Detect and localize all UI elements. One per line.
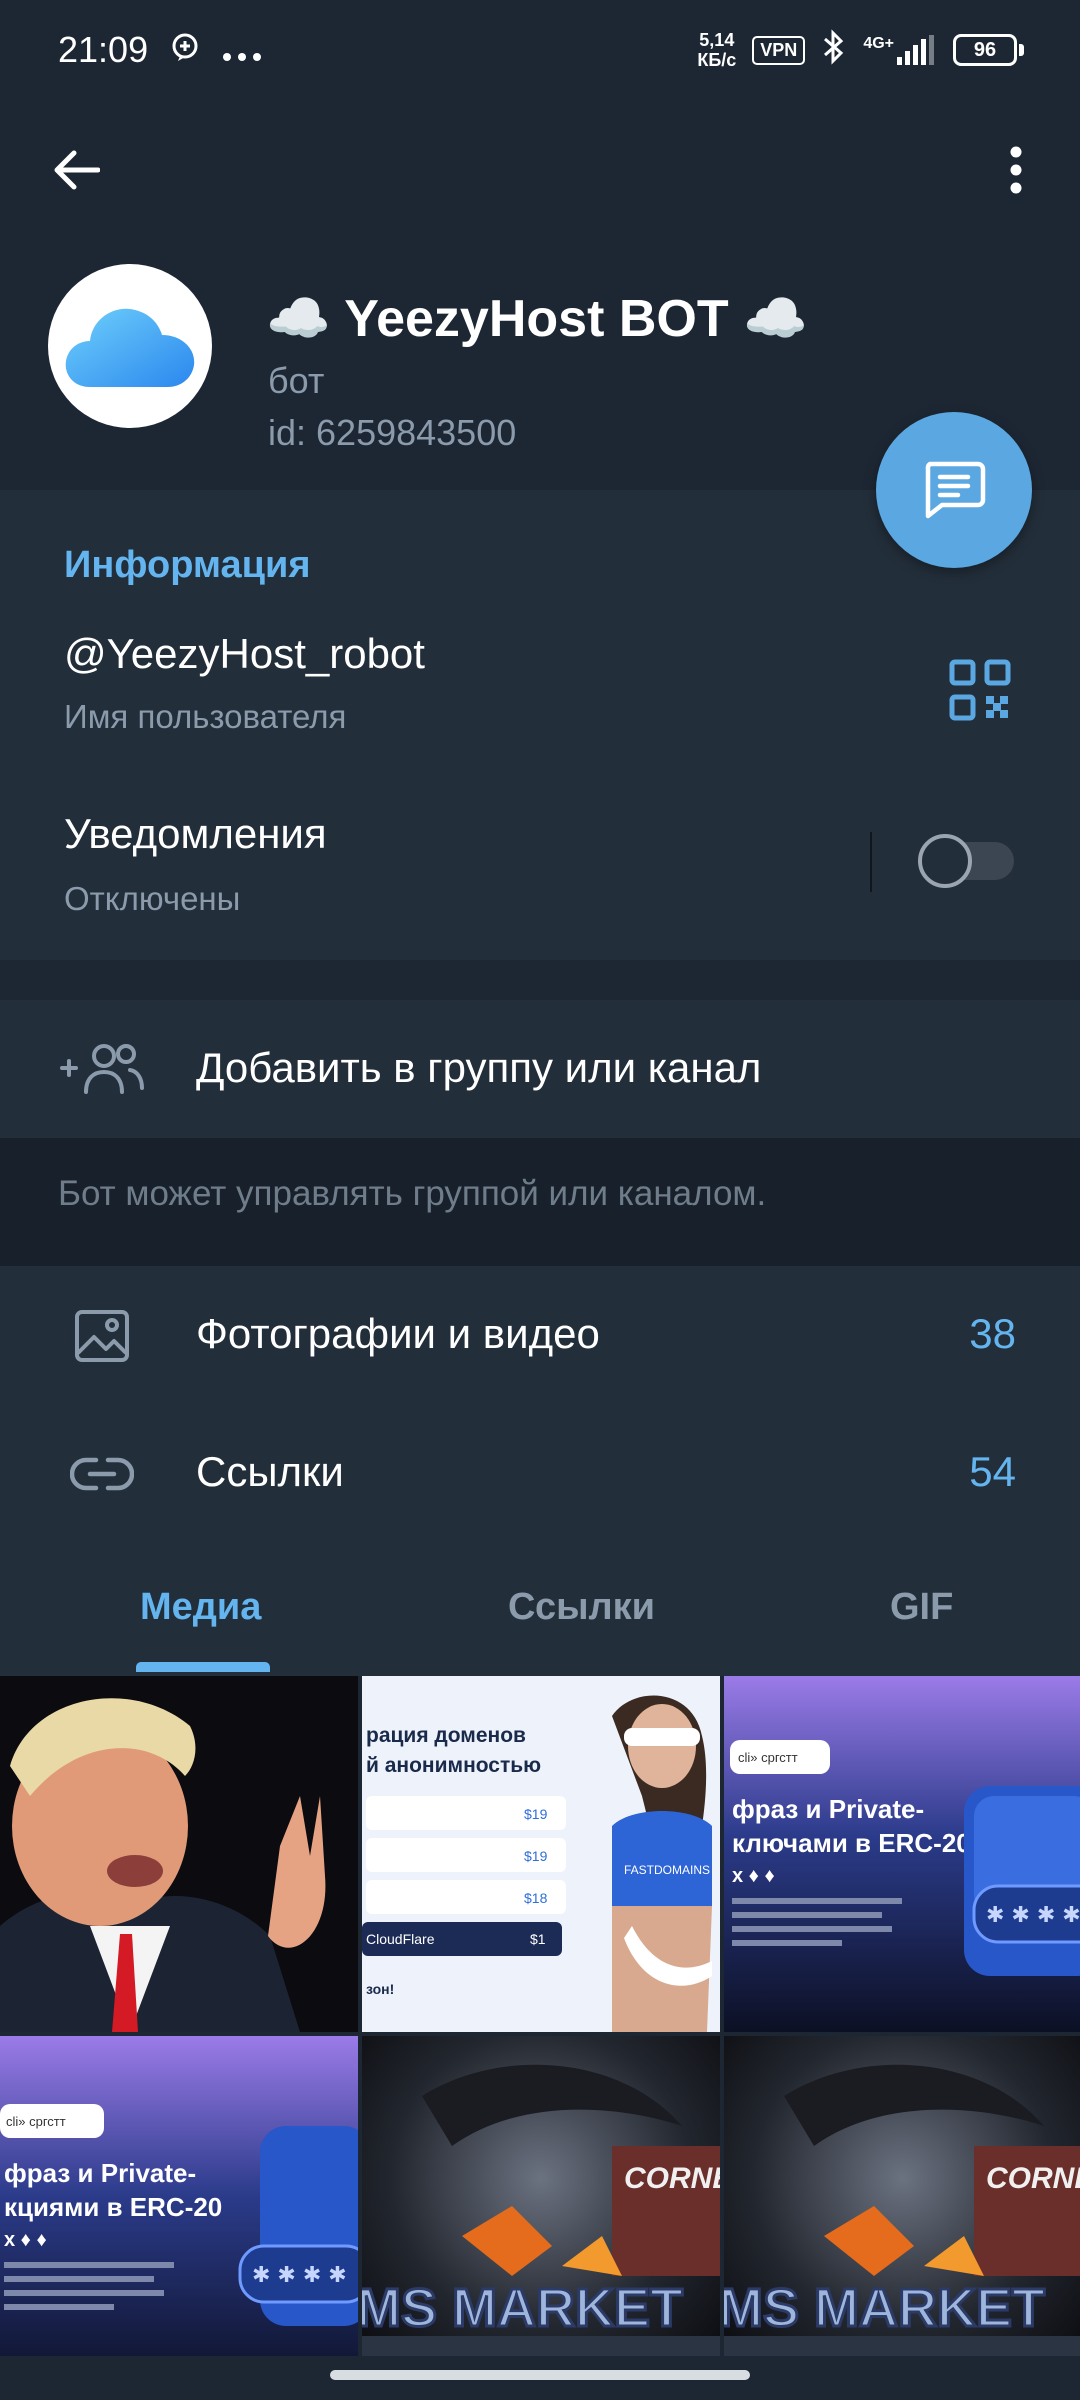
image-icon [56,1304,148,1368]
notifications-label[interactable]: Уведомления [64,810,327,858]
link-icon [56,1442,148,1506]
cloudflare-price: $1 [530,1931,546,1947]
photos-videos-count: 38 [969,1310,1016,1357]
message-button[interactable] [876,412,1032,568]
tab-gif[interactable]: GIF [890,1586,953,1629]
erc-heading-1: фраз и Private- [4,2158,196,2188]
links-label: Ссылки [196,1448,344,1495]
speed-unit: КБ/с [697,50,737,70]
svg-text:✱ ✱ ✱ ✱: ✱ ✱ ✱ ✱ [986,1903,1080,1928]
corner-sign: CORNE [624,2162,720,2195]
active-tab-indicator [136,1662,270,1672]
section-title: Информация [64,544,311,586]
status-time: 21:09 [58,29,149,70]
cloudflare-label: CloudFlare [366,1931,435,1947]
media-tabs: Медиа Ссылки GIF [0,1550,1080,1672]
price-3: $18 [524,1890,548,1906]
app-bar [0,120,1080,220]
back-button[interactable] [40,138,112,202]
corner-sign: CORNE [986,2162,1080,2195]
links-count: 54 [969,1448,1016,1495]
add-users-icon [56,1036,148,1100]
qr-code-icon [949,659,1011,721]
erc-heading-3: х ♦ ♦ [732,1865,775,1887]
bot-type: бот [268,360,325,401]
home-indicator[interactable] [330,2370,750,2380]
hint-text: Бот может управлять группой или каналом. [58,1174,767,1213]
market-title: MS MARKET [724,2278,1045,2338]
media-thumbnail[interactable]: CORNE MS MARKET [724,2036,1080,2356]
more-vertical-icon [1010,146,1022,194]
network-speed: 5,14 КБ/с [697,30,736,70]
qr-code-button[interactable] [948,658,1012,722]
arrow-left-icon [54,150,100,190]
hint-box: Бот может управлять группой или каналом. [0,1138,1080,1266]
add-to-group-label: Добавить в группу или канал [196,1044,762,1091]
status-bar: 21:09 5,14 КБ/с VPN 4G+ 96 [0,0,1080,100]
svg-text:✱ ✱ ✱ ✱: ✱ ✱ ✱ ✱ [252,2263,347,2288]
network-type: 4G+ [863,35,894,52]
message-icon [925,461,986,519]
media-grid: рация доменов й анонимностью $19 $19 $18… [0,1676,1080,2356]
price-2: $19 [524,1848,548,1864]
username[interactable]: @YeezyHost_robot [64,630,425,678]
divider [870,832,872,892]
username-caption: Имя пользователя [64,698,347,735]
bot-name: ☁️ YeezyHost BOT ☁️ [266,290,808,348]
brand-label: FASTDOMAINS [624,1863,710,1877]
erc-heading-2: ключами в ERC-20 [732,1828,971,1858]
speed-value: 5,14 [699,30,735,50]
photos-videos-label: Фотографии и видео [196,1310,600,1357]
domains-heading-2: й анонимностью [366,1754,541,1777]
erc-heading-1: фраз и Private- [732,1794,924,1824]
avatar[interactable] [48,264,212,428]
erc-tag: cli» сргстт [738,1750,798,1765]
notifications-toggle[interactable] [918,834,1014,888]
battery-icon: 96 [953,34,1024,66]
signal-icon: 4G+ [863,35,937,65]
media-thumbnail[interactable]: рация доменов й анонимностью $19 $19 $18… [362,1676,720,2032]
price-1: $19 [524,1806,548,1822]
photos-videos-row[interactable]: Фотографии и видео 38 [0,1266,1080,1406]
bluetooth-icon [821,29,847,71]
erc-tag: cli» сргстт [6,2114,66,2129]
media-thumbnail[interactable] [0,1676,358,2032]
tab-links[interactable]: Ссылки [508,1586,655,1629]
chat-bubble-notification-icon [170,29,200,71]
media-thumbnail[interactable]: cli» сргстт фраз и Private- кциями в ERC… [0,2036,358,2356]
tab-media[interactable]: Медиа [140,1586,261,1629]
battery-level: 96 [973,38,997,61]
more-options-button[interactable] [984,138,1048,202]
media-thumbnail[interactable]: cli» сргстт фраз и Private- ключами в ER… [724,1676,1080,2032]
erc-heading-3: х ♦ ♦ [4,2229,47,2251]
links-row[interactable]: Ссылки 54 [0,1406,1080,1546]
media-thumbnail[interactable]: CORNE MS MARKET [362,2036,720,2356]
market-title: MS MARKET [362,2278,683,2338]
domains-heading-1: рация доменов [366,1724,526,1747]
notifications-status: Отключены [64,880,241,917]
more-notifications-icon [222,29,262,71]
vpn-badge: VPN [752,35,806,65]
erc-heading-2: кциями в ERC-20 [4,2192,222,2222]
info-section: Информация @YeezyHost_robot Имя пользова… [0,490,1080,960]
add-to-group-row[interactable]: Добавить в группу или канал [0,1000,1080,1138]
bot-id: id: 6259843500 [268,412,517,453]
cloud-icon [65,308,195,387]
domains-footer: зон! [366,1981,394,1997]
